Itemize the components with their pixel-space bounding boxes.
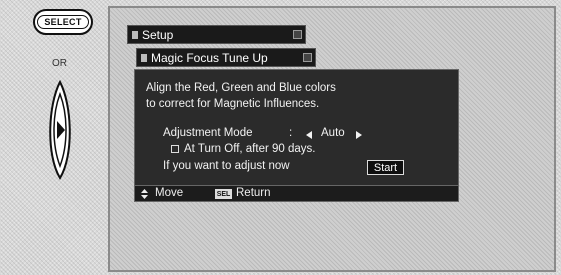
or-label: OR — [52, 58, 67, 69]
right-arrow-icon[interactable] — [356, 130, 362, 142]
description-line-1: Align the Red, Green and Blue colors — [146, 82, 336, 94]
up-down-arrow-icon — [141, 189, 148, 199]
setup-title: Setup — [142, 27, 174, 42]
setup-close-icon[interactable] — [293, 30, 302, 39]
magic-focus-panel: Align the Red, Green and Blue colors to … — [134, 69, 459, 186]
submenu-title-bar: Magic Focus Tune Up — [136, 48, 316, 67]
submenu-title: Magic Focus Tune Up — [151, 50, 268, 65]
select-button[interactable]: SELECT — [33, 9, 93, 35]
screen: SELECT OR Setup Magic Focus Tune Up Alig… — [0, 0, 561, 275]
menu-bullet-icon — [132, 30, 138, 39]
adjust-now-label: If you want to adjust now — [163, 160, 290, 172]
sel-key-icon: SEL — [215, 189, 232, 199]
adjustment-mode-label: Adjustment Mode — [163, 127, 253, 139]
description-line-2: to correct for Magnetic Influences. — [146, 98, 320, 110]
turn-off-checkbox-label: At Turn Off, after 90 days. — [184, 143, 316, 155]
move-label: Move — [155, 187, 184, 199]
adjustment-mode-value[interactable]: Auto — [321, 127, 345, 139]
select-button-label: SELECT — [37, 15, 89, 29]
submenu-bullet-icon — [141, 53, 147, 62]
adjustment-colon: : — [289, 127, 293, 139]
footer-help-bar: Move SEL Return — [134, 185, 459, 202]
start-button[interactable]: Start — [367, 160, 404, 175]
setup-menu-title-bar: Setup — [127, 25, 306, 44]
left-arrow-icon[interactable] — [306, 130, 312, 142]
submenu-close-icon[interactable] — [303, 53, 312, 62]
checkbox-icon[interactable] — [171, 144, 179, 153]
right-arrow-rocker-button[interactable] — [43, 80, 77, 180]
turn-off-checkbox-row[interactable]: At Turn Off, after 90 days. — [171, 143, 315, 155]
return-label: Return — [236, 187, 271, 199]
